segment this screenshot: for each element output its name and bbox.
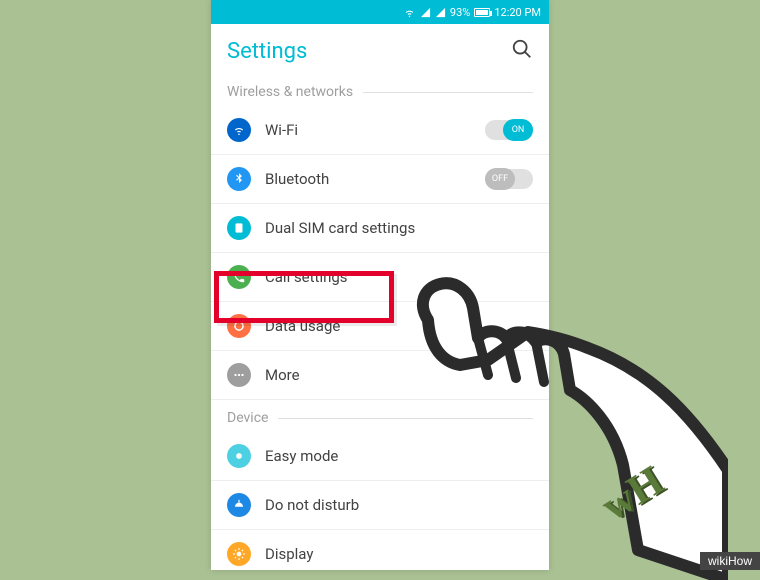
clock: 12:20 PM bbox=[494, 6, 541, 19]
row-label: Bluetooth bbox=[265, 170, 471, 188]
row-label: Call settings bbox=[265, 268, 533, 286]
search-icon[interactable] bbox=[511, 38, 533, 64]
settings-row-bluetooth[interactable]: Bluetooth OFF bbox=[211, 155, 549, 204]
easy-mode-icon bbox=[227, 444, 251, 468]
section-header-device: Device bbox=[211, 400, 549, 432]
settings-row-do-not-disturb[interactable]: Do not disturb bbox=[211, 481, 549, 530]
row-label: Data usage bbox=[265, 317, 533, 335]
wifi-toggle[interactable]: ON bbox=[485, 120, 533, 140]
settings-row-easy-mode[interactable]: Easy mode bbox=[211, 432, 549, 481]
settings-row-display[interactable]: Display bbox=[211, 530, 549, 578]
settings-row-call-settings[interactable]: Call settings bbox=[211, 253, 549, 302]
row-label: Display bbox=[265, 545, 533, 563]
data-usage-icon bbox=[227, 314, 251, 338]
settings-row-more[interactable]: More bbox=[211, 351, 549, 400]
section-title: Device bbox=[227, 410, 268, 426]
sim-icon bbox=[227, 216, 251, 240]
signal-2-icon bbox=[435, 7, 446, 18]
phone-frame: 93% 12:20 PM Settings Wireless & network… bbox=[211, 0, 549, 570]
row-label: More bbox=[265, 366, 533, 384]
row-label: Easy mode bbox=[265, 447, 533, 465]
display-icon bbox=[227, 542, 251, 566]
row-label: Do not disturb bbox=[265, 496, 533, 514]
section-header-wireless: Wireless & networks bbox=[211, 74, 549, 106]
page-title: Settings bbox=[227, 39, 307, 64]
section-title: Wireless & networks bbox=[227, 84, 353, 100]
dnd-icon bbox=[227, 493, 251, 517]
settings-row-wifi[interactable]: Wi-Fi ON bbox=[211, 106, 549, 155]
settings-row-data-usage[interactable]: Data usage bbox=[211, 302, 549, 351]
row-label: Wi-Fi bbox=[265, 121, 471, 139]
more-icon bbox=[227, 363, 251, 387]
bluetooth-toggle[interactable]: OFF bbox=[485, 169, 533, 189]
wikihow-logo: wH bbox=[593, 457, 672, 531]
signal-1-icon bbox=[420, 7, 431, 18]
divider bbox=[363, 92, 533, 93]
settings-row-dual-sim[interactable]: Dual SIM card settings bbox=[211, 204, 549, 253]
phone-icon bbox=[227, 265, 251, 289]
wikihow-watermark: wikiHow bbox=[700, 552, 760, 570]
wifi-icon bbox=[227, 118, 251, 142]
row-label: Dual SIM card settings bbox=[265, 219, 533, 237]
app-header: Settings bbox=[211, 24, 549, 74]
wifi-icon bbox=[403, 6, 416, 19]
bluetooth-icon bbox=[227, 167, 251, 191]
status-bar: 93% 12:20 PM bbox=[211, 0, 549, 24]
battery-percent: 93% bbox=[450, 6, 470, 19]
divider bbox=[278, 418, 533, 419]
battery-icon bbox=[474, 8, 490, 17]
